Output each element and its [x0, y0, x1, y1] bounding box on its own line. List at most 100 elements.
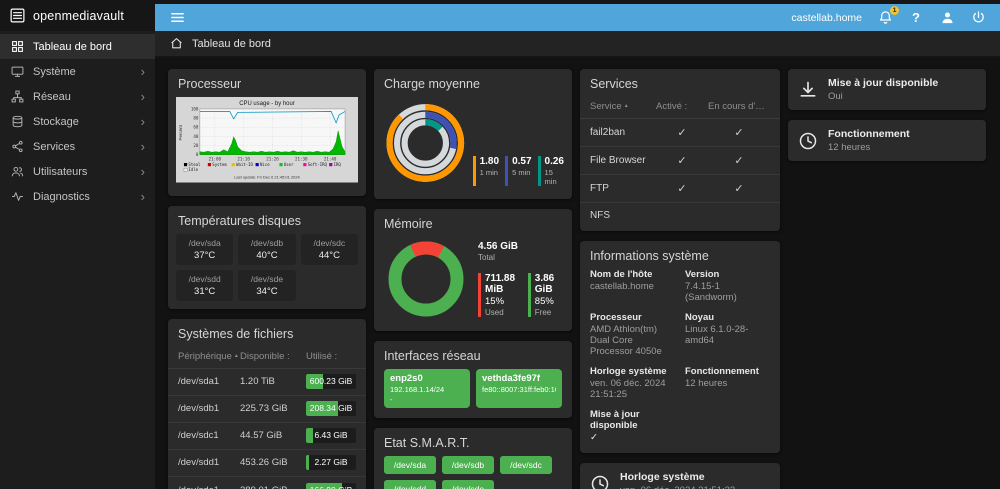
- processor-card: Processeur CPU usage - by hour Percent: [168, 69, 366, 196]
- svg-text:User: User: [284, 162, 294, 167]
- disk-temp-cell: /dev/sda37°C: [176, 234, 233, 265]
- service-row: FTP ✓ ✓: [580, 175, 780, 203]
- brand[interactable]: openmediavault: [0, 0, 155, 31]
- services-table-header: Service▲ Activé : En cours d'exécution :: [580, 97, 780, 119]
- svg-text:21:20: 21:20: [266, 157, 279, 162]
- svg-text:Idle: Idle: [188, 167, 198, 172]
- svg-text:20: 20: [193, 143, 199, 148]
- chevron-right-icon: ›: [141, 115, 145, 128]
- update-title: Mise à jour disponible: [828, 77, 938, 89]
- graph-last-update: Last update: Fri Dec 6 21:45:01 2024: [234, 175, 300, 180]
- filesystem-row: /dev/sde1389.01 GiB 166.90 GiB: [168, 477, 366, 489]
- column-header-enabled[interactable]: Activé :: [656, 101, 708, 112]
- sidebar-item-label: Services: [33, 141, 75, 153]
- memory-free-legend: 3.86 GiB 85% Free: [528, 273, 562, 317]
- card-title: Informations système: [580, 241, 780, 269]
- load-15min: 0.2615 min: [538, 156, 564, 186]
- uptime-card: Fonctionnement 12 heures: [788, 120, 986, 161]
- sidebar-item-storage[interactable]: Stockage ›: [0, 109, 155, 134]
- network-interface: enp2s0 192.168.1.14/24 -: [384, 369, 470, 408]
- system-information-card: Informations système Nom de l'hôtecastel…: [580, 241, 780, 453]
- update-available-card: Mise à jour disponible Oui: [788, 69, 986, 110]
- usage-bar: 6.43 GiB: [306, 428, 356, 443]
- memory-used-legend: 711.88 MiB 15% Used: [478, 273, 520, 317]
- dashboard-icon: [10, 40, 24, 54]
- usage-bar: 600.23 GiB: [306, 374, 356, 389]
- power-icon: [971, 10, 986, 25]
- chevron-right-icon: ›: [141, 90, 145, 103]
- sidebar-item-diagnostics[interactable]: Diagnostics ›: [0, 184, 155, 209]
- usage-bar: 208.34 GiB: [306, 401, 356, 416]
- column-header-device[interactable]: Périphérique▲: [178, 351, 240, 362]
- smart-device-pill: /dev/sdc: [500, 456, 552, 474]
- sidebar-item-dashboard[interactable]: Tableau de bord: [0, 34, 155, 59]
- graph-title: CPU usage - by hour: [239, 101, 295, 107]
- top-bar: openmediavault castellab.home 1 ?: [0, 0, 1000, 31]
- disk-temp-cell: /dev/sdc44°C: [301, 234, 358, 265]
- hostname-label: castellab.home: [791, 12, 862, 24]
- check-icon: ✓: [656, 126, 708, 139]
- database-icon: [10, 115, 24, 129]
- monitor-icon: [10, 65, 24, 79]
- usage-bar: 2.27 GiB: [306, 455, 356, 470]
- svg-text:21:40: 21:40: [324, 157, 337, 162]
- load-gauge: [382, 97, 469, 189]
- column-header-available[interactable]: Disponible :: [240, 351, 306, 362]
- temperature-grid: /dev/sda37°C /dev/sdb40°C /dev/sdc44°C /…: [168, 234, 366, 309]
- uptime-title: Fonctionnement: [828, 128, 910, 140]
- svg-text:80: 80: [193, 115, 199, 120]
- uptime-value: 12 heures: [828, 142, 910, 153]
- svg-text:System: System: [212, 162, 227, 167]
- openmediavault-logo-icon: [9, 7, 26, 24]
- clock-title: Horloge système: [620, 471, 735, 483]
- sidebar: Tableau de bord Système › Réseau › Stock…: [0, 31, 155, 489]
- network-interfaces-card: Interfaces réseau enp2s0 192.168.1.14/24…: [374, 341, 572, 418]
- memory-donut: [384, 237, 468, 321]
- card-title: Systèmes de fichiers: [168, 319, 366, 347]
- disk-temp-cell: /dev/sdb40°C: [238, 234, 295, 265]
- sidebar-item-network[interactable]: Réseau ›: [0, 84, 155, 109]
- card-title: Processeur: [168, 69, 366, 97]
- column-header-used[interactable]: Utilisé :: [306, 351, 356, 362]
- home-button[interactable]: [170, 37, 183, 50]
- breadcrumb: Tableau de bord: [155, 31, 1000, 57]
- info-field: Fonctionnement12 heures: [685, 366, 770, 400]
- disk-temperatures-card: Températures disques /dev/sda37°C /dev/s…: [168, 206, 366, 309]
- clock-icon: [590, 474, 610, 489]
- info-field: Version7.4.15-1 (Sandworm): [685, 269, 770, 303]
- cpu-usage-graph: CPU usage - by hour Percent 100 80: [176, 97, 358, 188]
- smart-device-pill: /dev/sdb: [442, 456, 494, 474]
- svg-text:21:00: 21:00: [209, 157, 222, 162]
- svg-text:60: 60: [193, 125, 199, 130]
- page-title: Tableau de bord: [192, 38, 271, 50]
- user-menu-button[interactable]: [939, 10, 955, 26]
- check-icon: ✓: [708, 154, 770, 167]
- check-icon: ✓: [656, 154, 708, 167]
- home-icon: [170, 37, 183, 50]
- sidebar-item-users[interactable]: Utilisateurs ›: [0, 159, 155, 184]
- logout-button[interactable]: [970, 10, 986, 26]
- load-5min: 0.575 min: [505, 156, 531, 186]
- help-icon: ?: [912, 10, 920, 25]
- sidebar-item-system[interactable]: Système ›: [0, 59, 155, 84]
- filesystems-card: Systèmes de fichiers Périphérique▲ Dispo…: [168, 319, 366, 489]
- pulse-icon: [10, 190, 24, 204]
- filesystems-table-header: Périphérique▲ Disponible : Utilisé :: [168, 347, 366, 369]
- column-header-service[interactable]: Service▲: [590, 101, 656, 112]
- chevron-right-icon: ›: [141, 190, 145, 203]
- clock-value: ven. 06 déc. 2024 21:51:22: [620, 485, 735, 489]
- download-icon: [798, 80, 818, 100]
- dashboard: Processeur CPU usage - by hour Percent: [155, 57, 1000, 489]
- chevron-right-icon: ›: [141, 65, 145, 78]
- chevron-right-icon: ›: [141, 165, 145, 178]
- help-button[interactable]: ?: [908, 10, 924, 26]
- column-header-running[interactable]: En cours d'exécution :: [708, 101, 770, 112]
- sidebar-item-label: Stockage: [33, 116, 79, 128]
- filesystem-row: /dev/sda11.20 TiB 600.23 GiB: [168, 369, 366, 396]
- sidebar-item-services[interactable]: Services ›: [0, 134, 155, 159]
- disk-temp-cell: /dev/sdd31°C: [176, 270, 233, 301]
- notifications-button[interactable]: 1: [877, 10, 893, 26]
- menu-toggle-button[interactable]: [169, 10, 185, 26]
- svg-text:Wait-IO: Wait-IO: [236, 162, 253, 167]
- sidebar-item-label: Utilisateurs: [33, 166, 87, 178]
